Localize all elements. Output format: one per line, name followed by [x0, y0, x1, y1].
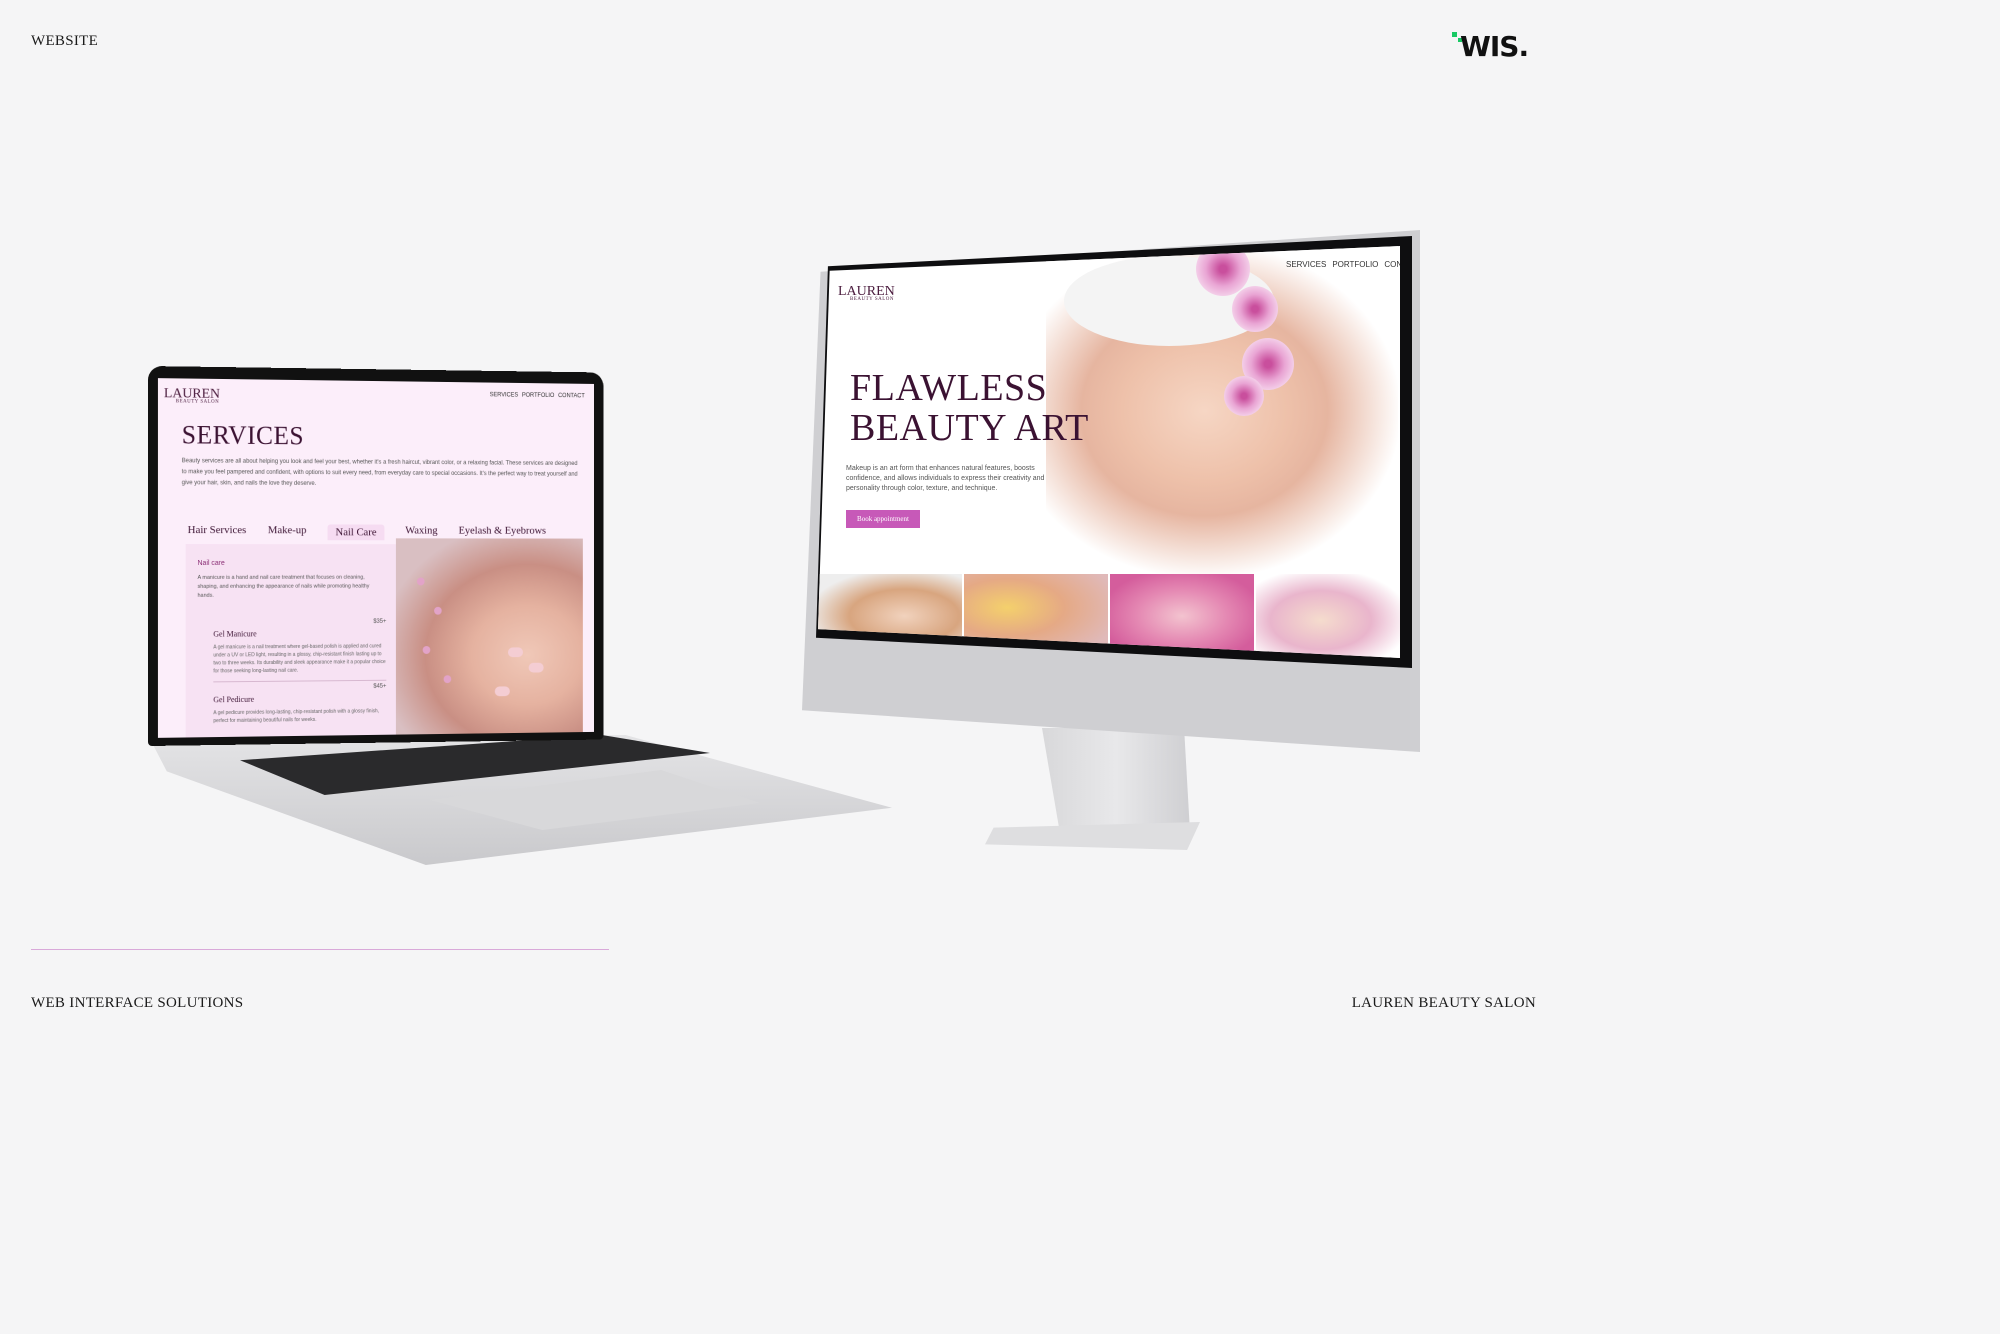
laptop-nav: SERVICES PORTFOLIO CONTACT — [490, 392, 585, 399]
orchid-shape — [1224, 376, 1264, 416]
nav-contact[interactable]: CONTACT — [1384, 260, 1400, 269]
nav-services[interactable]: SERVICES — [1286, 260, 1326, 269]
nav-portfolio[interactable]: PORTFOLIO — [522, 393, 554, 399]
monitor-foot — [985, 822, 1200, 850]
tab-nail-care[interactable]: Nail Care — [328, 524, 384, 540]
studio-name: WEB INTERFACE SOLUTIONS — [31, 995, 243, 1012]
book-appointment-button[interactable]: Book appointment — [846, 510, 920, 528]
section-title: Nail care — [198, 560, 225, 567]
salon-logo-sub: BEAUTY SALON — [176, 399, 220, 404]
hero-image — [1046, 246, 1398, 576]
nav-contact[interactable]: CONTACT — [558, 393, 585, 399]
nail-shape — [508, 647, 523, 657]
logo-text: WIS. — [1460, 30, 1528, 63]
page-title: SERVICES — [182, 420, 304, 451]
hero-title: FLAWLESS BEAUTY ART — [850, 368, 1089, 448]
service-item-description: A gel pedicure provides long-lasting, ch… — [213, 707, 386, 725]
nav-services[interactable]: SERVICES — [490, 392, 518, 398]
service-item-description: A gel manicure is a nail treatment where… — [213, 642, 386, 675]
nail-care-photo — [396, 538, 583, 734]
hero-text: Makeup is an art form that enhances natu… — [846, 464, 1068, 494]
page-section-label: WEBSITE — [31, 33, 98, 50]
orchid-shape — [1232, 286, 1278, 332]
service-item-name: Gel Pedicure — [213, 695, 254, 704]
hero-title-line1: FLAWLESS — [850, 368, 1089, 408]
services-intro: Beauty services are all about helping yo… — [182, 456, 581, 491]
project-name: LAUREN BEAUTY SALON — [1352, 995, 1536, 1012]
gallery-image[interactable] — [1256, 574, 1400, 658]
laptop-screen-frame: LAUREN BEAUTY SALON SERVICES PORTFOLIO C… — [148, 366, 603, 746]
monitor-screen: LAUREN BEAUTY SALON SERVICES PORTFOLIO C… — [818, 246, 1400, 658]
salon-logo[interactable]: LAUREN BEAUTY SALON — [164, 386, 220, 405]
tab-make-up[interactable]: Make-up — [268, 524, 307, 540]
service-item-name: Gel Manicure — [213, 629, 256, 638]
service-item-price: $45+ — [373, 684, 386, 690]
flower-shape — [444, 675, 452, 683]
salon-logo[interactable]: LAUREN BEAUTY SALON — [838, 284, 895, 302]
wis-logo: WIS. — [1452, 30, 1538, 66]
service-item-price: $35+ — [373, 619, 386, 625]
monitor-nav: SERVICES PORTFOLIO CONTACT — [1286, 260, 1400, 269]
service-card: Nail care A manicure is a hand and nail … — [186, 544, 398, 738]
flower-shape — [423, 646, 431, 654]
section-description: A manicure is a hand and nail care treat… — [198, 574, 383, 601]
flower-shape — [417, 578, 425, 586]
nail-shape — [529, 663, 544, 673]
nail-shape — [495, 686, 510, 696]
divider-line — [213, 680, 386, 683]
logo-dot-icon — [1452, 32, 1457, 37]
divider-line — [31, 949, 609, 950]
flower-shape — [434, 607, 442, 615]
salon-logo-sub: BEAUTY SALON — [850, 297, 895, 302]
laptop-screen: LAUREN BEAUTY SALON SERVICES PORTFOLIO C… — [158, 378, 594, 738]
hero-title-line2: BEAUTY ART — [850, 408, 1089, 448]
monitor-stand — [1042, 728, 1190, 832]
nav-portfolio[interactable]: PORTFOLIO — [1332, 260, 1378, 269]
tab-hair-services[interactable]: Hair Services — [188, 524, 247, 540]
